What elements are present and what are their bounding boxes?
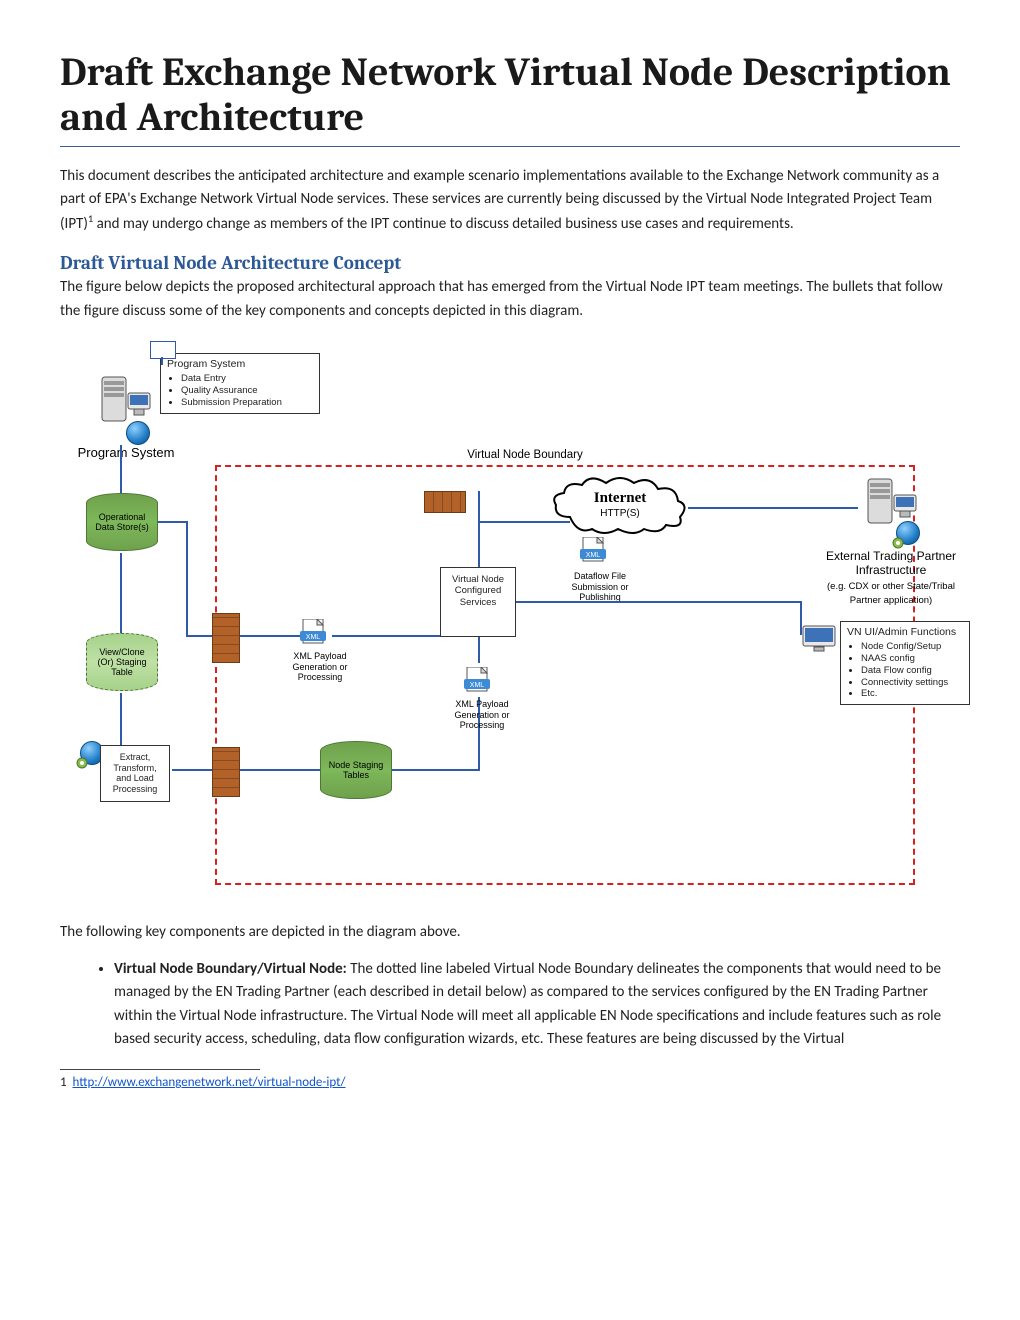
database-icon: View/Clone (Or) Staging Table (86, 633, 156, 691)
gear-icon (74, 755, 90, 771)
program-system-callout: Program System Data Entry Quality Assura… (160, 353, 320, 414)
boundary-label: Virtual Node Boundary (445, 449, 605, 463)
connector-line (172, 769, 212, 771)
connector-line (120, 553, 122, 633)
intro-paragraph: This document describes the anticipated … (60, 165, 960, 237)
connector-line (688, 507, 858, 509)
xml-file-icon: XML (580, 537, 610, 565)
footnote-link[interactable]: http://www.exchangenetwork.net/virtual-n… (72, 1075, 345, 1090)
xml-file-icon: XML (300, 619, 330, 647)
page-title: Draft Exchange Network Virtual Node Desc… (60, 50, 960, 140)
node-staging-label: Node Staging Tables (325, 760, 388, 780)
section-heading-architecture: Draft Virtual Node Architecture Concept (60, 252, 960, 274)
ext-partner-sub: (e.g. CDX or other State/Tribal Partner … (827, 581, 955, 606)
xml-gen-1-label: XML Payload Generation or Processing (270, 651, 370, 683)
internet-text: Internet (594, 490, 647, 506)
vn-services-box: Virtual Node Configured Services (440, 567, 516, 637)
connector-line (800, 601, 802, 635)
database-icon: Node Staging Tables (320, 741, 390, 799)
etl-box: Extract, Transform, and Load Processing (100, 745, 170, 802)
footnote-number: 1 (60, 1075, 67, 1090)
view-clone-label: View/Clone (Or) Staging Table (91, 647, 154, 677)
footnote-rule (60, 1069, 260, 1070)
admin-box-item: Connectivity settings (861, 677, 963, 689)
connector-line (240, 769, 320, 771)
connector-line (392, 769, 480, 771)
connector-line (480, 521, 560, 523)
admin-box-title: VN UI/Admin Functions (847, 626, 963, 639)
list-item: Virtual Node Boundary/Virtual Node: The … (114, 958, 950, 1051)
globe-icon (126, 421, 150, 445)
connector-line (516, 601, 800, 603)
monitor-icon (802, 625, 836, 653)
ps-box-item: Data Entry (181, 373, 313, 385)
connector-line (560, 521, 570, 523)
connector-line (240, 635, 300, 637)
connector-line (120, 445, 122, 493)
xml-gen-2-label: XML Payload Generation or Processing (432, 699, 532, 731)
admin-box-item: Etc. (861, 688, 963, 700)
post-diagram-paragraph: The following key components are depicte… (60, 921, 960, 944)
key-components-list: Virtual Node Boundary/Virtual Node: The … (90, 958, 960, 1051)
database-icon: Operational Data Store(s) (86, 493, 156, 551)
firewall-icon (424, 491, 466, 513)
svg-text:XML: XML (470, 682, 485, 689)
connector-line (120, 693, 122, 747)
connector-line (186, 521, 188, 637)
internet-sub: HTTP(S) (600, 508, 639, 519)
section-paragraph: The figure below depicts the proposed ar… (60, 276, 960, 323)
connector-line (332, 635, 440, 637)
admin-box-item: Data Flow config (861, 665, 963, 677)
firewall-icon (212, 613, 240, 663)
ps-box-item: Quality Assurance (181, 385, 313, 397)
connector-line (478, 633, 480, 663)
ods-label: Operational Data Store(s) (91, 512, 154, 532)
admin-box-item: Node Config/Setup (861, 641, 963, 653)
dataflow-file-label: Dataflow File Submission or Publishing (558, 571, 642, 603)
xml-file-icon: XML (464, 667, 494, 695)
svg-text:XML: XML (586, 552, 601, 559)
admin-functions-box: VN UI/Admin Functions Node Config/Setup … (840, 621, 970, 706)
ext-partner-text: External Trading Partner Infrastructure (826, 549, 956, 577)
admin-box-item: NAAS config (861, 653, 963, 665)
svg-text:XML: XML (306, 634, 321, 641)
footnote: 1 http://www.exchangenetwork.net/virtual… (60, 1074, 960, 1092)
internet-label: Internet HTTP(S) (570, 489, 670, 520)
connector-line (158, 521, 186, 523)
bullet-head: Virtual Node Boundary/Virtual Node: (114, 960, 350, 978)
intro-text-2: and may undergo change as members of the… (93, 215, 794, 233)
title-rule (60, 146, 960, 147)
architecture-diagram: Virtual Node Boundary Program System Pro… (60, 337, 960, 897)
connector-line (161, 357, 163, 365)
ext-partner-label: External Trading Partner Infrastructure … (816, 549, 966, 607)
firewall-icon (212, 747, 240, 797)
connector-tab (150, 341, 176, 359)
connector-line (478, 491, 480, 567)
connector-line (188, 635, 214, 637)
program-system-label: Program System (66, 445, 186, 461)
ps-box-title: Program System (167, 358, 313, 371)
ps-box-item: Submission Preparation (181, 397, 313, 409)
